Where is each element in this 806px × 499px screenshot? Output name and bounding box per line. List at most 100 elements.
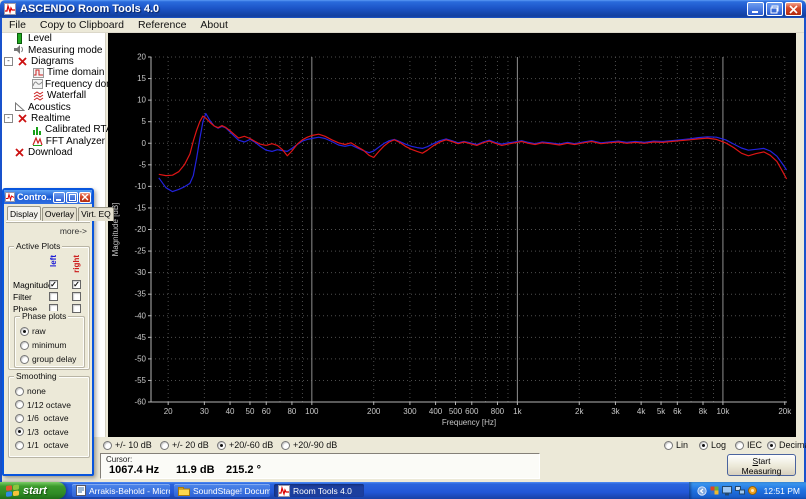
svg-text:20k: 20k (778, 407, 792, 416)
format-option-iec[interactable]: IEC (735, 440, 762, 450)
channel-header-left: left (49, 255, 58, 267)
messenger-icon[interactable] (710, 486, 719, 495)
phase-option-minimum[interactable]: minimum (20, 340, 66, 350)
collapse-icon[interactable]: - (4, 57, 13, 66)
radio-label: group delay (32, 354, 76, 364)
titlebar[interactable]: ASCENDO Room Tools 4.0 (0, 0, 806, 18)
svg-text:200: 200 (367, 407, 381, 416)
scale-option-lin[interactable]: Lin (664, 440, 688, 450)
fft-icon (32, 136, 44, 146)
tree-item-fft-analyzer[interactable]: FFT Analyzer (2, 136, 105, 147)
svg-text:5k: 5k (657, 407, 666, 416)
range-option-20-60-db[interactable]: +20/-60 dB (217, 440, 273, 450)
radio-dot (15, 414, 24, 423)
phase-option-raw[interactable]: raw (20, 326, 46, 336)
start-measuring-button[interactable]: Start Measuring (727, 454, 796, 476)
radio-label: 1/6 octave (27, 413, 69, 423)
menu-item-copy-to-clipboard[interactable]: Copy to Clipboard (33, 19, 131, 31)
active-plots-title: Active Plots (14, 241, 62, 251)
svg-text:800: 800 (491, 407, 505, 416)
start-menu-button[interactable]: start (0, 482, 66, 499)
smoothing-option-none[interactable]: none (15, 386, 46, 396)
smoothing-option-1-1-octave[interactable]: 1/1 octave (15, 440, 69, 450)
radio-dot (15, 427, 24, 436)
radio-dot (103, 441, 112, 450)
smoothing-option-1-6-octave[interactable]: 1/6 octave (15, 413, 69, 423)
tree-item-time-domain[interactable]: Time domain (2, 67, 105, 78)
clock: 12:51 PM (764, 486, 800, 496)
tree-item-calibrated-rta[interactable]: Calibrated RTA (2, 124, 105, 135)
range-option-20-90-db[interactable]: +20/-90 dB (281, 440, 337, 450)
series-left (159, 114, 787, 192)
svg-text:0: 0 (142, 139, 147, 148)
menu-item-reference[interactable]: Reference (131, 19, 193, 31)
smoothing-option-1-12-octave[interactable]: 1/12 octave (15, 400, 71, 410)
minimize-button[interactable] (747, 2, 764, 16)
radio-label: Log (711, 440, 726, 450)
more-link[interactable]: more-> (60, 226, 87, 236)
checkbox-magnitude-right[interactable]: ✓ (72, 280, 81, 289)
cursor-readout: Cursor: 1067.4 Hz 11.9 dB 215.2 ° (100, 453, 540, 479)
checkbox-magnitude-left[interactable]: ✓ (49, 280, 58, 289)
scale-option-log[interactable]: Log (699, 440, 726, 450)
tree-item-acoustics[interactable]: Acoustics (2, 101, 105, 112)
network-icon[interactable] (735, 486, 745, 495)
tree-item-level[interactable]: Level (2, 33, 105, 44)
close-button[interactable] (785, 2, 802, 16)
format-option-decimal[interactable]: Decimal (767, 440, 806, 450)
radio-dot (160, 441, 169, 450)
svg-text:-30: -30 (134, 268, 146, 277)
collapse-icon[interactable]: - (4, 114, 13, 123)
svg-text:10: 10 (137, 96, 146, 105)
control-window-titlebar[interactable]: Contro... (4, 190, 92, 204)
tree-item-label: Measuring mode (28, 45, 102, 56)
checkbox-phase-right[interactable] (72, 304, 81, 313)
control-maximize-button[interactable] (66, 192, 78, 203)
range-option-20-db[interactable]: +/- 20 dB (160, 440, 209, 450)
tree-item-download[interactable]: Download (2, 147, 105, 158)
tab-display[interactable]: Display (7, 206, 41, 220)
control-close-button[interactable] (79, 192, 91, 203)
start-label: start (23, 485, 47, 497)
taskbar-task-soundstage-docume[interactable]: SoundStage! Docume... (174, 484, 270, 497)
red-x-icon (13, 148, 26, 157)
svg-text:-45: -45 (134, 333, 146, 342)
tab-virt-eq[interactable]: Virt. EQ (78, 207, 114, 221)
tree-item-waterfall[interactable]: Waterfall (2, 90, 105, 101)
control-minimize-button[interactable] (53, 192, 65, 203)
channel-header-right: right (72, 255, 81, 273)
tree-item-realtime[interactable]: - Realtime (2, 113, 105, 124)
display-icon[interactable] (722, 486, 732, 496)
control-window-icon (5, 192, 15, 202)
phase-option-group-delay[interactable]: group delay (20, 354, 76, 364)
taskbar-task-arrakis-behold-micro[interactable]: Arrakis-Behold - Micro... (72, 484, 170, 497)
update-icon[interactable] (748, 486, 757, 495)
menu-item-file[interactable]: File (2, 19, 33, 31)
range-option-10-db[interactable]: +/- 10 dB (103, 440, 152, 450)
frequency-response-chart[interactable]: 20151050-5-10-15-20-25-30-35-40-45-50-55… (108, 33, 796, 437)
tab-overlay[interactable]: Overlay (42, 207, 77, 221)
window-title: ASCENDO Room Tools 4.0 (20, 3, 747, 15)
svg-text:400: 400 (429, 407, 443, 416)
hide-arrow-icon[interactable] (697, 486, 707, 496)
checkbox-filter-left[interactable] (49, 292, 58, 301)
control-window: Contro... DisplayOverlayVirt. EQ more-> … (2, 188, 94, 476)
restore-button[interactable] (766, 2, 783, 16)
menu-item-about[interactable]: About (193, 19, 234, 31)
tree-item-measuring-mode[interactable]: Measuring mode (2, 44, 105, 55)
svg-text:-50: -50 (134, 354, 146, 363)
radio-label: Decimal (779, 440, 806, 450)
checkbox-filter-right[interactable] (72, 292, 81, 301)
tree-item-label: Realtime (31, 113, 70, 124)
svg-text:10k: 10k (716, 407, 730, 416)
svg-text:600: 600 (465, 407, 479, 416)
active-plots-group: Active Plots leftrightMagnitude✓✓FilterP… (8, 246, 90, 370)
smoothing-option-1-3-octave[interactable]: 1/3 octave (15, 427, 69, 437)
svg-text:500: 500 (449, 407, 463, 416)
red-x-icon (16, 114, 29, 123)
svg-text:-35: -35 (134, 290, 146, 299)
tree-item-frequency-domain[interactable]: Frequency domain (2, 79, 105, 90)
taskbar-task-room-tools-4-0[interactable]: Room Tools 4.0 (274, 484, 364, 497)
svg-text:3k: 3k (611, 407, 620, 416)
tree-item-diagrams[interactable]: -Diagrams (2, 56, 105, 67)
